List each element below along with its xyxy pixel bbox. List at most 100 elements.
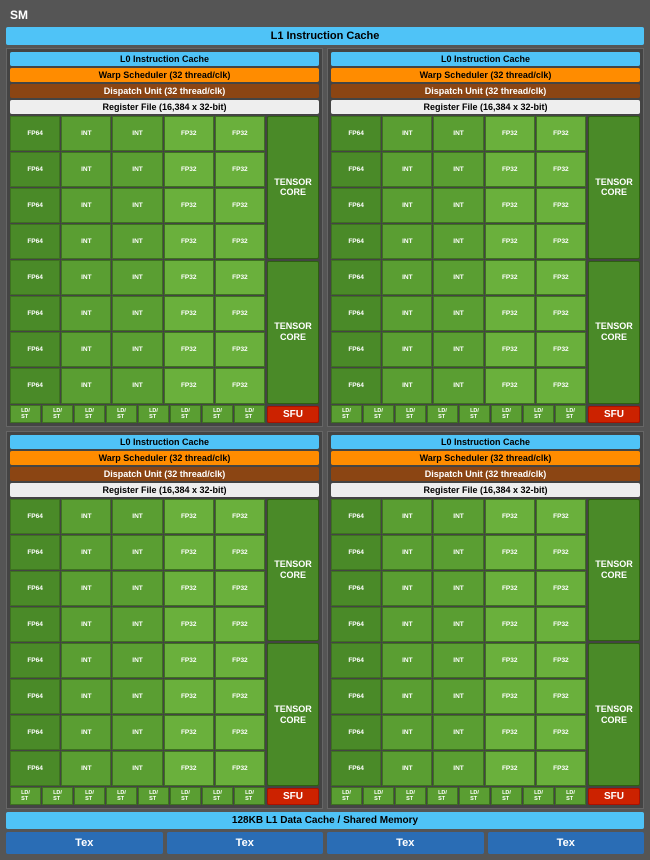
int-cell: INT [61, 751, 111, 786]
int-cell: INT [433, 296, 483, 331]
fp64-cell: FP64 [331, 116, 381, 151]
tensor-core-2-q3: TENSORCORE [267, 643, 319, 786]
fp32-cell: FP32 [215, 224, 265, 259]
fp32-cell: FP32 [536, 607, 586, 642]
tex-unit-4: Tex [488, 832, 645, 854]
warp-scheduler-q1: Warp Scheduler (32 thread/clk) [10, 68, 319, 82]
int-cell: INT [112, 368, 162, 403]
int-cell: INT [433, 152, 483, 187]
fp32-cell: FP32 [485, 224, 535, 259]
int-cell: INT [382, 224, 432, 259]
fp32-cell: FP32 [164, 332, 214, 367]
int-cell: INT [112, 116, 162, 151]
fp32-cell: FP32 [164, 535, 214, 570]
int-cell: INT [61, 152, 111, 187]
int-cell: INT [433, 715, 483, 750]
register-file-q1: Register File (16,384 x 32-bit) [10, 100, 319, 114]
fp64-cell: FP64 [331, 751, 381, 786]
fp32-cell: FP32 [215, 296, 265, 331]
fp64-cell: FP64 [331, 332, 381, 367]
int-cell: INT [112, 643, 162, 678]
fp32-cell: FP32 [485, 607, 535, 642]
ld-st-cell: LD/ST [491, 787, 522, 805]
int-cell: INT [61, 679, 111, 714]
int-cell: INT [61, 643, 111, 678]
int-cell: INT [382, 499, 432, 534]
int-cell: INT [61, 260, 111, 295]
int-cell: INT [433, 224, 483, 259]
int-cell: INT [61, 607, 111, 642]
fp32-cell: FP32 [485, 116, 535, 151]
int-cell: INT [433, 368, 483, 403]
int-cell: INT [61, 188, 111, 223]
right-compute-q4: TENSORCORE TENSORCORE SFU [588, 499, 640, 806]
int-cell: INT [433, 751, 483, 786]
l1-instruction-cache: L1 Instruction Cache [6, 27, 644, 45]
l1-data-cache: 128KB L1 Data Cache / Shared Memory [6, 812, 644, 829]
ld-st-cell: LD/ST [234, 787, 265, 805]
fp64-cell: FP64 [10, 643, 60, 678]
sfu-q3: SFU [267, 788, 319, 805]
ld-st-cell: LD/ST [331, 405, 362, 423]
fp32-cell: FP32 [536, 499, 586, 534]
fp32-cell: FP32 [164, 188, 214, 223]
fp32-cell: FP32 [485, 296, 535, 331]
fp32-cell: FP32 [215, 188, 265, 223]
fp32-cell: FP32 [215, 152, 265, 187]
fp32-cell: FP32 [215, 116, 265, 151]
sfu-q1: SFU [267, 406, 319, 423]
register-file-q3: Register File (16,384 x 32-bit) [10, 483, 319, 497]
ld-st-cell: LD/ST [170, 787, 201, 805]
int-cell: INT [382, 643, 432, 678]
int-cell: INT [112, 571, 162, 606]
cu-row-3: FP64 INT INT FP32 FP32 [10, 188, 265, 223]
int-cell: INT [382, 751, 432, 786]
int-cell: INT [382, 571, 432, 606]
int-cell: INT [433, 116, 483, 151]
int-cell: INT [382, 332, 432, 367]
fp32-cell: FP32 [536, 751, 586, 786]
int-cell: INT [61, 571, 111, 606]
fp32-cell: FP32 [536, 535, 586, 570]
dispatch-unit-q4: Dispatch Unit (32 thread/clk) [331, 467, 640, 481]
sfu-q4: SFU [588, 788, 640, 805]
quadrant-3: L0 Instruction Cache Warp Scheduler (32 … [6, 431, 323, 810]
ld-st-cell: LD/ST [459, 405, 490, 423]
ld-st-cell: LD/ST [363, 787, 394, 805]
ld-st-cell: LD/ST [170, 405, 201, 423]
dispatch-unit-q2: Dispatch Unit (32 thread/clk) [331, 84, 640, 98]
fp32-cell: FP32 [536, 152, 586, 187]
fp64-cell: FP64 [331, 152, 381, 187]
fp64-cell: FP64 [10, 571, 60, 606]
int-cell: INT [112, 607, 162, 642]
int-cell: INT [112, 535, 162, 570]
fp32-cell: FP32 [536, 296, 586, 331]
register-file-q2: Register File (16,384 x 32-bit) [331, 100, 640, 114]
fp32-cell: FP32 [485, 535, 535, 570]
fp32-cell: FP32 [215, 643, 265, 678]
fp64-cell: FP64 [331, 499, 381, 534]
ld-st-cell: LD/ST [10, 405, 41, 423]
fp64-cell: FP64 [10, 224, 60, 259]
ld-st-cell: LD/ST [331, 787, 362, 805]
fp32-cell: FP32 [164, 607, 214, 642]
int-cell: INT [112, 332, 162, 367]
fp32-cell: FP32 [215, 368, 265, 403]
tensor-core-2-q4: TENSORCORE [588, 643, 640, 786]
int-cell: INT [382, 296, 432, 331]
fp32-cell: FP32 [164, 152, 214, 187]
tex-row: Tex Tex Tex Tex [6, 832, 644, 854]
fp32-cell: FP32 [215, 260, 265, 295]
tensor-core-1-q2: TENSORCORE [588, 116, 640, 259]
fp64-cell: FP64 [331, 260, 381, 295]
ld-st-cell: LD/ST [555, 405, 586, 423]
fp32-cell: FP32 [215, 607, 265, 642]
fp32-cell: FP32 [215, 679, 265, 714]
fp32-cell: FP32 [215, 571, 265, 606]
int-cell: INT [382, 152, 432, 187]
fp64-cell: FP64 [10, 188, 60, 223]
int-cell: INT [61, 715, 111, 750]
right-compute-q2: TENSORCORE TENSORCORE SFU [588, 116, 640, 423]
fp32-cell: FP32 [164, 571, 214, 606]
int-cell: INT [433, 188, 483, 223]
